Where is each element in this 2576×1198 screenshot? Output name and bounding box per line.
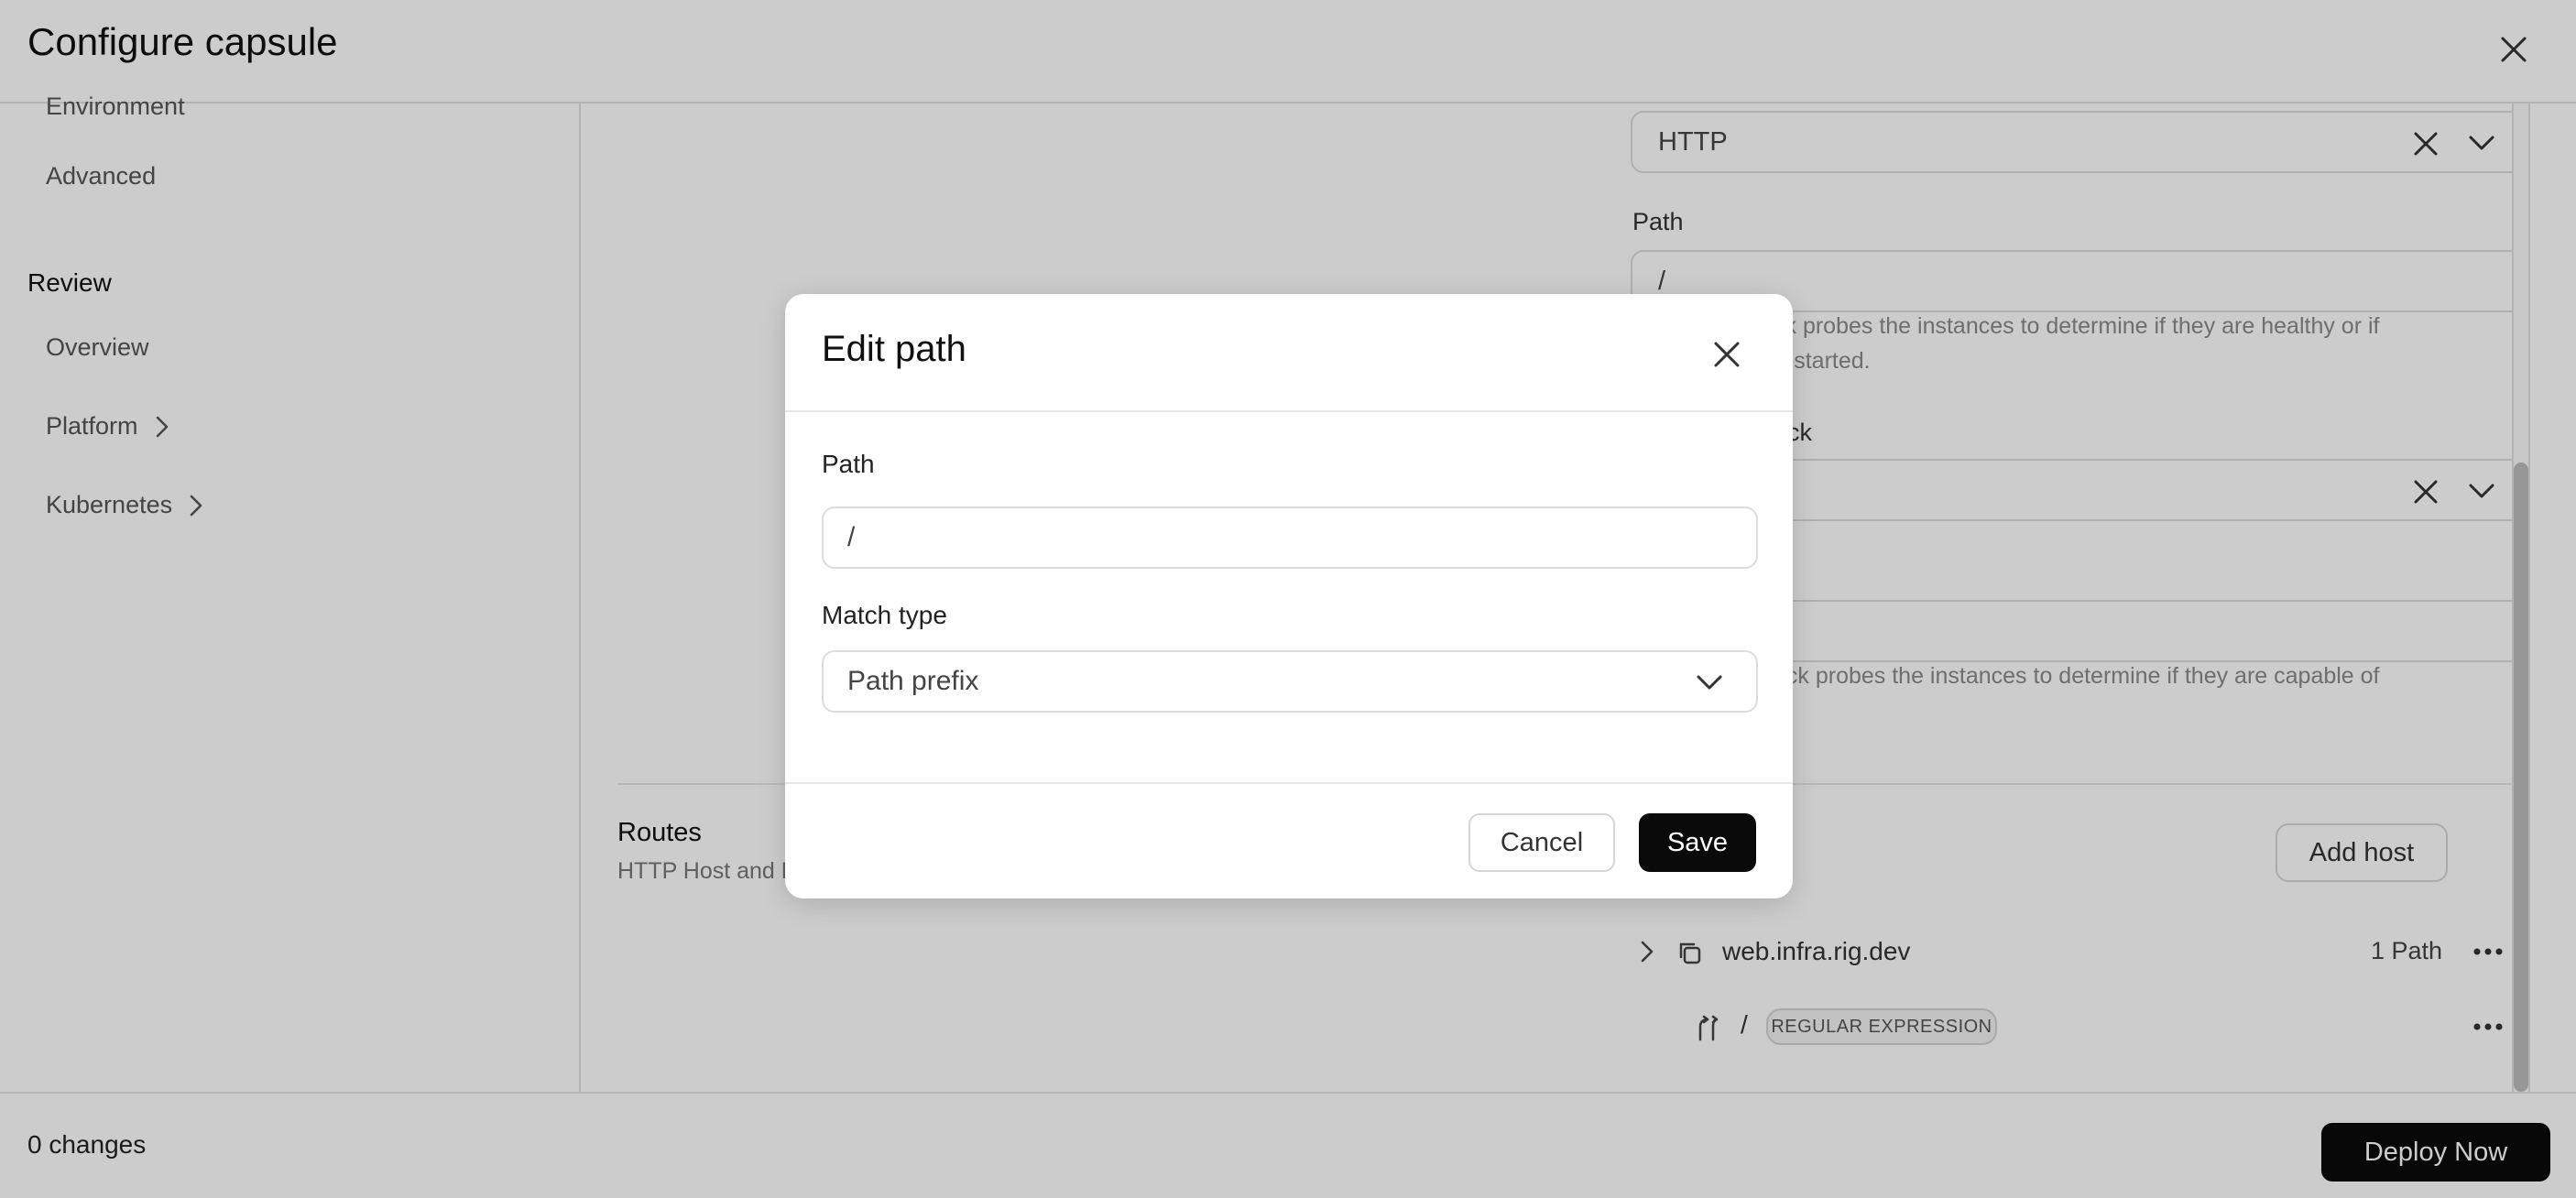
- dialog-close-button[interactable]: [1707, 334, 1747, 375]
- dialog-title: Edit path: [822, 329, 966, 369]
- close-icon: [1713, 341, 1741, 368]
- save-button[interactable]: Save: [1639, 813, 1756, 872]
- match-type-select[interactable]: Path prefix: [822, 650, 1758, 713]
- edit-path-dialog: Edit path Path / Match type Path prefix …: [785, 294, 1793, 898]
- path-input[interactable]: /: [822, 506, 1758, 569]
- chevron-down-icon: [1696, 672, 1723, 692]
- dialog-header-divider: [785, 410, 1793, 412]
- match-type-label: Match type: [822, 601, 947, 629]
- path-input-value: /: [847, 522, 856, 552]
- cancel-button[interactable]: Cancel: [1468, 813, 1615, 872]
- dialog-footer-divider: [785, 782, 1793, 784]
- match-type-value: Path prefix: [847, 666, 979, 696]
- path-label: Path: [822, 450, 875, 478]
